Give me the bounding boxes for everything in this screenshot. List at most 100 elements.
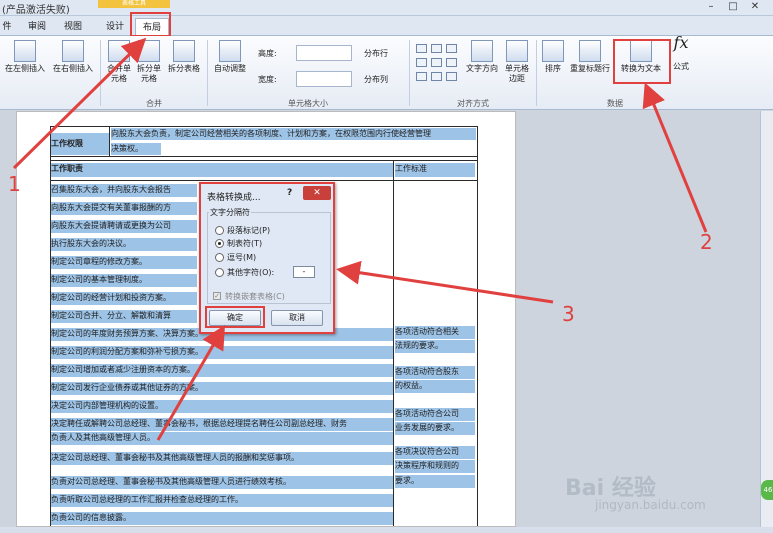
help-icon[interactable]: ? xyxy=(287,188,292,198)
minimize-button[interactable]: – xyxy=(700,0,722,14)
status-bar xyxy=(0,527,773,533)
radio-other[interactable] xyxy=(215,268,224,277)
align-middle-left-icon[interactable] xyxy=(416,58,427,67)
table-row-duty[interactable]: 制定公司发行企业债券或其他证券的方案。 xyxy=(51,382,393,395)
radio-paragraph[interactable] xyxy=(215,226,224,235)
align-middle-center-icon[interactable] xyxy=(431,58,442,67)
other-char-input[interactable]: - xyxy=(293,266,315,278)
watermark-url: jingyan.baidu.com xyxy=(595,498,706,512)
table-row-duty[interactable]: 向股东大会提请聘请或更换为公司 xyxy=(51,220,197,233)
table-row-duty[interactable]: 向股东大会提交有关董事报酬的方 xyxy=(51,202,197,215)
table-row-standard[interactable]: 各项活动符合公司 xyxy=(395,408,475,421)
table-border xyxy=(50,156,477,157)
align-middle-right-icon[interactable] xyxy=(446,58,457,67)
formula-button[interactable]: fx 公式 xyxy=(669,35,693,72)
align-top-left-icon[interactable] xyxy=(416,44,427,53)
header-text-cell[interactable]: 向股东大会负责，制定公司经营相关的各项制度、计划和方案，在权限范围内行使经营管理 xyxy=(111,128,476,140)
nested-table-checkbox[interactable]: ✓ xyxy=(213,292,221,300)
radio-comma[interactable] xyxy=(215,253,224,262)
radio-other-label: 其他字符(O): xyxy=(227,268,275,277)
green-badge[interactable]: 46 xyxy=(761,480,773,500)
table-row-duty[interactable]: 制定公司章程的修改方案。 xyxy=(51,256,197,269)
nested-table-label: 转换嵌套表格(C) xyxy=(225,292,285,301)
table-row-duty[interactable]: 决定公司总经理、董事会秘书及其他高级管理人员的报酬和奖惩事项。 xyxy=(51,452,393,465)
table-row-duty[interactable]: 负责公司的信息披露。 xyxy=(51,512,393,525)
table-row-duty[interactable]: 制定公司的利润分配方案和弥补亏损方案。 xyxy=(51,346,393,359)
text-direction-button[interactable]: 文字方向 xyxy=(462,40,502,74)
table-row-duty[interactable]: 执行股东大会的决议。 xyxy=(51,238,197,251)
tab-review[interactable]: 审阅 xyxy=(22,18,52,36)
group-label-cell-size: 单元格大小 xyxy=(288,99,328,108)
merge-cells-button[interactable]: 合并单元格 xyxy=(104,40,134,84)
table-row-duty[interactable]: 制定公司的经营计划和投资方案。 xyxy=(51,292,197,305)
align-bottom-center-icon[interactable] xyxy=(431,72,442,81)
table-row-duty[interactable]: 负责听取公司总经理的工作汇报并检查总经理的工作。 xyxy=(51,494,393,507)
width-label: 宽度: xyxy=(258,75,277,84)
merge-cells-icon xyxy=(108,40,130,62)
restore-button[interactable]: □ xyxy=(722,0,744,14)
table-border xyxy=(393,160,394,526)
repeat-header-button[interactable]: 重复标题行 xyxy=(568,40,612,74)
group-label-merge: 合并 xyxy=(146,99,162,108)
radio-paragraph-label: 段落标记(P) xyxy=(227,226,271,235)
header-cell[interactable]: 工作权限 xyxy=(51,133,109,155)
distribute-cols-button[interactable]: 分布列 xyxy=(364,74,388,85)
insert-right-button[interactable]: 在右侧插入 xyxy=(50,40,96,74)
highlight-convert-button xyxy=(613,39,671,84)
group-separator xyxy=(536,40,537,106)
annotation-2: 2 xyxy=(700,230,713,254)
cell-margins-button[interactable]: 单元格边距 xyxy=(502,40,532,84)
autofit-button[interactable]: 自动调整 xyxy=(210,40,250,74)
table-row-standard[interactable]: 各项决议符合公司 xyxy=(395,446,475,459)
table-row-duty[interactable]: 负责对公司总经理、董事会秘书及其他高级管理人员进行绩效考核。 xyxy=(51,476,393,489)
vertical-scrollbar[interactable] xyxy=(760,111,773,527)
insert-left-button[interactable]: 在左侧插入 xyxy=(2,40,48,74)
split-table-button[interactable]: 拆分表格 xyxy=(164,40,204,74)
split-table-icon xyxy=(173,40,195,62)
width-spinner[interactable] xyxy=(296,71,352,87)
align-bottom-left-icon[interactable] xyxy=(416,72,427,81)
highlight-ok-button xyxy=(205,306,265,328)
table-row-standard[interactable]: 法规的要求。 xyxy=(395,340,475,353)
table-row-standard[interactable]: 要求。 xyxy=(395,475,475,488)
cancel-button[interactable]: 取消 xyxy=(271,310,323,326)
radio-tab[interactable] xyxy=(215,239,224,248)
table-border xyxy=(50,126,477,127)
column-header-standard[interactable]: 工作标准 xyxy=(395,163,475,177)
sort-button[interactable]: 排序 xyxy=(540,40,566,74)
table-row-duty[interactable]: 决定公司内部管理机构的设置。 xyxy=(51,400,393,413)
align-top-center-icon[interactable] xyxy=(431,44,442,53)
align-top-right-icon[interactable] xyxy=(446,44,457,53)
table-border xyxy=(50,160,477,161)
table-row-duty[interactable]: 制定公司合并、分立、解散和清算 xyxy=(51,310,197,323)
split-cells-button[interactable]: 拆分单元格 xyxy=(134,40,164,84)
table-row-standard[interactable]: 各项活动符合相关 xyxy=(395,326,475,339)
table-row-duty[interactable]: 决定聘任或解聘公司总经理、董事会秘书，根据总经理提名聘任公司副总经理、财务 xyxy=(51,418,393,431)
dialog-close-button[interactable]: ✕ xyxy=(303,186,331,200)
insert-right-icon xyxy=(62,40,84,62)
close-button[interactable]: ✕ xyxy=(744,0,766,14)
table-row-duty[interactable]: 制定公司的基本管理制度。 xyxy=(51,274,197,287)
tab-view[interactable]: 视图 xyxy=(58,18,88,36)
cell-margins-icon xyxy=(506,40,528,62)
table-row-standard[interactable]: 各项活动符合股东 xyxy=(395,366,475,379)
table-row-duty[interactable]: 负责人及其他高级管理人员。 xyxy=(51,432,393,445)
table-row-duty[interactable]: 召集股东大会，并向股东大会报告 xyxy=(51,184,197,197)
group-separator xyxy=(409,40,410,106)
table-row-duty[interactable]: 制定公司增加或者减少注册资本的方案。 xyxy=(51,364,393,377)
tab-file[interactable]: 件 xyxy=(0,18,14,36)
tab-design[interactable]: 设计 xyxy=(98,18,132,36)
table-row-standard[interactable]: 的权益。 xyxy=(395,380,475,393)
align-bottom-right-icon[interactable] xyxy=(446,72,457,81)
header-text-cell-2[interactable]: 决策权。 xyxy=(111,143,161,155)
column-header-duty[interactable]: 工作职责 xyxy=(51,163,393,177)
distribute-rows-button[interactable]: 分布行 xyxy=(364,48,388,59)
table-border xyxy=(50,180,477,181)
highlight-layout-tab xyxy=(130,12,171,37)
table-row-standard[interactable]: 决策程序和规则的 xyxy=(395,460,475,473)
table-row-standard[interactable]: 业务发展的要求。 xyxy=(395,422,475,435)
height-spinner[interactable] xyxy=(296,45,352,61)
radio-tab-label: 制表符(T) xyxy=(227,239,263,248)
radio-comma-label: 逗号(M) xyxy=(227,253,257,262)
table-border xyxy=(109,126,110,156)
